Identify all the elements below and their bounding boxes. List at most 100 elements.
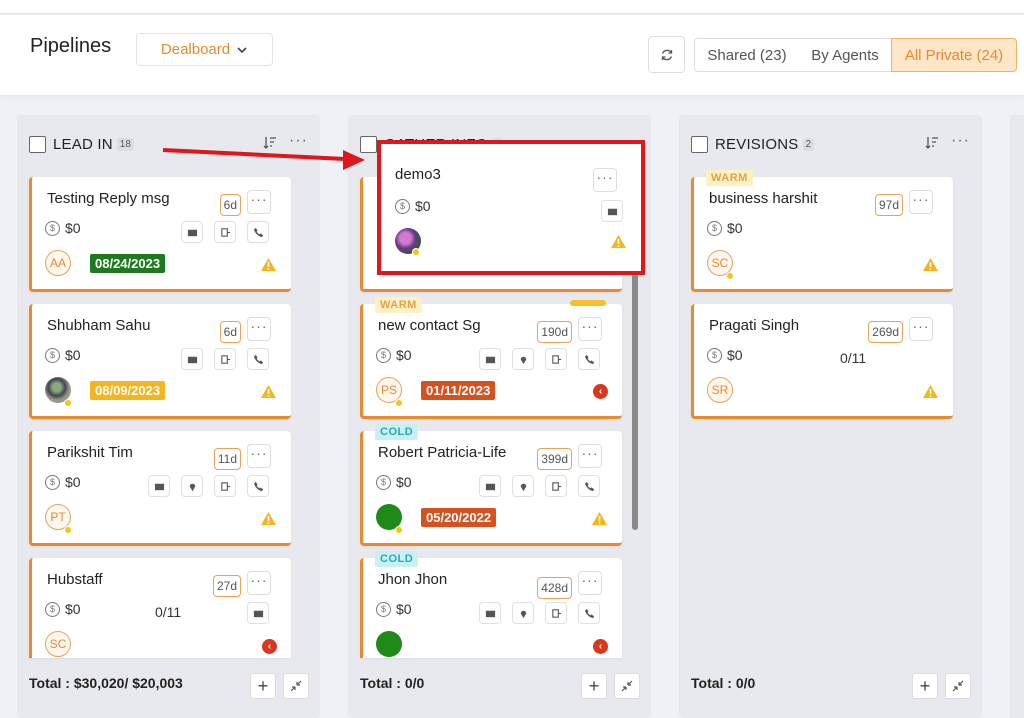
deal-name: Parikshit Tim — [47, 444, 133, 461]
avatar: SC — [45, 631, 71, 657]
call-button[interactable] — [578, 475, 600, 497]
deal-card[interactable]: Pragati Singh 269d ··· $ $0 0/11 SR — [691, 304, 953, 419]
note-button[interactable] — [214, 475, 236, 497]
card-more-button[interactable]: ··· — [247, 444, 271, 468]
deal-card[interactable]: Testing Reply msg 6d ··· $ $0 AA 08/24/20… — [29, 177, 291, 292]
note-icon — [220, 227, 230, 237]
deal-card[interactable]: COLD Robert Patricia-Life 399d ··· $ $0 0… — [360, 424, 622, 546]
note-button[interactable] — [214, 221, 236, 243]
column-select-checkbox[interactable] — [691, 135, 708, 153]
email-icon — [607, 208, 617, 215]
star-icon — [395, 526, 403, 534]
call-button[interactable] — [247, 221, 269, 243]
email-icon — [154, 483, 164, 490]
top-bar — [0, 0, 1024, 14]
phone-icon — [584, 608, 594, 618]
card-more-button[interactable]: ··· — [593, 168, 617, 192]
more-icon[interactable]: ··· — [951, 132, 970, 150]
dragged-deal-card[interactable]: demo3 ··· $ $0 — [377, 140, 645, 275]
amount-value: $0 — [65, 474, 81, 490]
column-title: LEAD IN — [53, 135, 113, 153]
column-total: Total : 0/0 — [691, 675, 756, 691]
note-button[interactable] — [214, 348, 236, 370]
card-more-button[interactable]: ··· — [247, 317, 271, 341]
column-revisions: REVISIONS 2 ··· WARM business harshit 97… — [679, 115, 982, 718]
due-date: 05/20/2022 — [421, 508, 497, 527]
card-more-button[interactable]: ··· — [247, 571, 271, 595]
filter-shared[interactable]: Shared (23) — [694, 38, 800, 72]
due-date: 01/11/2023 — [421, 381, 496, 400]
filter-all-private[interactable]: All Private (24) — [891, 38, 1017, 72]
deal-amount: $ $0 — [376, 347, 412, 363]
sort-icon[interactable] — [924, 135, 940, 151]
card-more-button[interactable]: ··· — [909, 317, 933, 341]
email-button[interactable] — [601, 200, 623, 222]
deal-name: Hubstaff — [47, 571, 103, 588]
column-select-checkbox[interactable] — [29, 135, 46, 153]
deal-amount: $ $0 — [45, 601, 81, 617]
note-button[interactable] — [545, 348, 567, 370]
deal-amount: $ $0 — [707, 220, 743, 236]
email-button[interactable] — [479, 348, 501, 370]
chevron-left-icon[interactable]: ‹ — [262, 639, 277, 654]
chevron-left-icon[interactable]: ‹ — [593, 384, 608, 399]
coin-icon: $ — [45, 474, 60, 490]
note-icon — [551, 608, 561, 618]
warning-icon — [923, 385, 938, 398]
deal-amount: $ $0 — [395, 198, 431, 214]
note-button[interactable] — [545, 602, 567, 624]
note-button[interactable] — [545, 475, 567, 497]
page-title: Pipelines — [30, 35, 112, 57]
deal-card[interactable]: Parikshit Tim 11d ··· $ $0 PT — [29, 431, 291, 546]
chevron-left-icon[interactable]: ‹ — [593, 639, 608, 654]
email-button[interactable] — [247, 602, 269, 624]
location-button[interactable] — [181, 475, 203, 497]
sort-icon[interactable] — [262, 135, 278, 151]
phone-icon — [584, 481, 594, 491]
email-button[interactable] — [148, 475, 170, 497]
board-select[interactable]: Dealboard — [136, 33, 273, 66]
temperature-tag: COLD — [375, 424, 419, 440]
add-deal-button[interactable]: + — [581, 673, 607, 699]
collapse-button[interactable] — [614, 673, 640, 699]
avatar — [376, 631, 402, 657]
call-button[interactable] — [247, 348, 269, 370]
collapse-button[interactable] — [283, 673, 309, 699]
filter-by-agents[interactable]: By Agents — [799, 38, 892, 72]
location-button[interactable] — [512, 602, 534, 624]
more-icon[interactable]: ··· — [289, 132, 308, 150]
email-button[interactable] — [181, 221, 203, 243]
collapse-button[interactable] — [945, 673, 971, 699]
deal-name: demo3 — [395, 166, 441, 183]
refresh-button[interactable] — [648, 36, 685, 73]
card-more-button[interactable]: ··· — [247, 190, 271, 214]
amount-value: $0 — [65, 347, 81, 363]
column-select-checkbox[interactable] — [360, 135, 377, 153]
location-button[interactable] — [512, 475, 534, 497]
card-more-button[interactable]: ··· — [578, 571, 602, 595]
email-button[interactable] — [479, 475, 501, 497]
add-deal-button[interactable]: + — [912, 673, 938, 699]
column-scrollbar[interactable] — [632, 270, 638, 530]
card-more-button[interactable]: ··· — [578, 317, 602, 341]
call-button[interactable] — [578, 602, 600, 624]
location-button[interactable] — [512, 348, 534, 370]
deal-name: Testing Reply msg — [47, 190, 170, 207]
card-more-button[interactable]: ··· — [909, 190, 933, 214]
days-badge: 27d — [212, 575, 241, 597]
coin-icon: $ — [45, 220, 60, 236]
warning-icon — [923, 258, 938, 271]
note-icon — [551, 354, 561, 364]
deal-card[interactable]: Hubstaff 27d ··· $ $0 0/11 SC ‹ — [29, 558, 291, 658]
phone-icon — [253, 354, 263, 364]
deal-card[interactable]: Shubham Sahu 6d ··· $ $0 08/09/2023 — [29, 304, 291, 419]
email-button[interactable] — [181, 348, 203, 370]
add-deal-button[interactable]: + — [250, 673, 276, 699]
email-button[interactable] — [479, 602, 501, 624]
deal-card[interactable]: COLD Jhon Jhon 428d ··· $ $0 ‹ — [360, 551, 622, 658]
call-button[interactable] — [247, 475, 269, 497]
deal-card[interactable]: WARM new contact Sg 190d ··· $ $0 PS 01/1… — [360, 297, 622, 419]
card-more-button[interactable]: ··· — [578, 444, 602, 468]
deal-card[interactable]: WARM business harshit 97d ··· $ $0 SC — [691, 170, 953, 292]
call-button[interactable] — [578, 348, 600, 370]
